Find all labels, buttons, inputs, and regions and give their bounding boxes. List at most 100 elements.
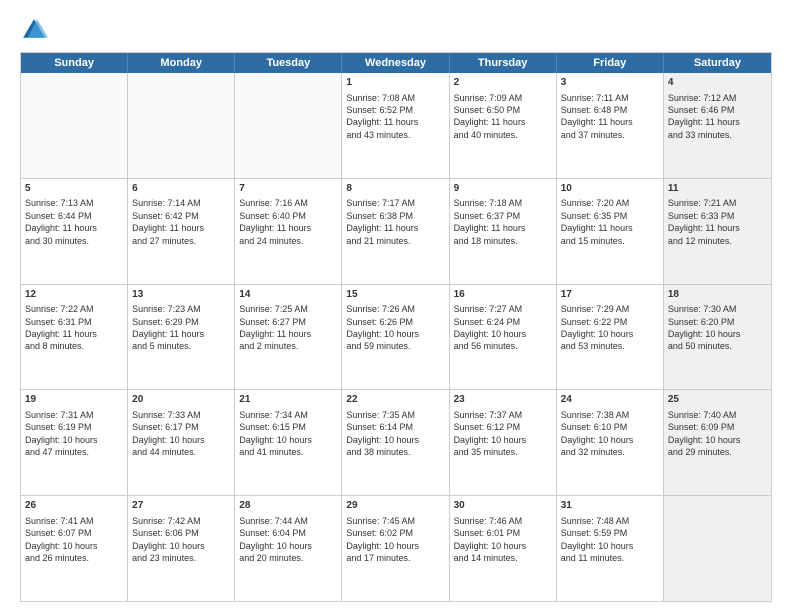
- day-number: 15: [346, 288, 444, 302]
- day-number: 25: [668, 393, 767, 407]
- day-number: 29: [346, 499, 444, 513]
- day-number: 20: [132, 393, 230, 407]
- cell-text: Sunrise: 7:26 AM Sunset: 6:26 PM Dayligh…: [346, 303, 444, 353]
- cell-text: Sunrise: 7:38 AM Sunset: 6:10 PM Dayligh…: [561, 409, 659, 459]
- day-number: 14: [239, 288, 337, 302]
- day-number: 28: [239, 499, 337, 513]
- cell-text: Sunrise: 7:16 AM Sunset: 6:40 PM Dayligh…: [239, 197, 337, 247]
- header-tuesday: Tuesday: [235, 53, 342, 73]
- header-saturday: Saturday: [664, 53, 771, 73]
- day-cell: 31 Sunrise: 7:48 AM Sunset: 5:59 PM Dayli…: [557, 496, 664, 601]
- day-number: 26: [25, 499, 123, 513]
- logo-icon: [20, 16, 48, 44]
- cell-text: Sunrise: 7:27 AM Sunset: 6:24 PM Dayligh…: [454, 303, 552, 353]
- cell-text: Sunrise: 7:34 AM Sunset: 6:15 PM Dayligh…: [239, 409, 337, 459]
- day-cell: 30Sunrise: 7:46 AM Sunset: 6:01 PM Dayli…: [450, 496, 557, 601]
- day-cell: 2Sunrise: 7:09 AM Sunset: 6:50 PM Daylig…: [450, 73, 557, 178]
- day-cell: 10Sunrise: 7:20 AM Sunset: 6:35 PM Dayli…: [557, 179, 664, 284]
- day-cell: [21, 73, 128, 178]
- day-number: 2: [454, 76, 552, 90]
- day-cell: 6Sunrise: 7:14 AM Sunset: 6:42 PM Daylig…: [128, 179, 235, 284]
- day-cell: [664, 496, 771, 601]
- cell-text: Sunrise: 7:45 AM Sunset: 6:02 PM Dayligh…: [346, 515, 444, 565]
- day-cell: 27Sunrise: 7:42 AM Sunset: 6:06 PM Dayli…: [128, 496, 235, 601]
- cell-text: Sunrise: 7:14 AM Sunset: 6:42 PM Dayligh…: [132, 197, 230, 247]
- day-number: 6: [132, 182, 230, 196]
- day-number: 10: [561, 182, 659, 196]
- day-cell: 19 Sunrise: 7:31 AM Sunset: 6:19 PM Dayli…: [21, 390, 128, 495]
- cell-text: Sunrise: 7:21 AM Sunset: 6:33 PM Dayligh…: [668, 197, 767, 247]
- day-number: 31: [561, 499, 659, 513]
- calendar: Sunday Monday Tuesday Wednesday Thursday…: [20, 52, 772, 602]
- day-cell: 8Sunrise: 7:17 AM Sunset: 6:38 PM Daylig…: [342, 179, 449, 284]
- day-cell: 7Sunrise: 7:16 AM Sunset: 6:40 PM Daylig…: [235, 179, 342, 284]
- cell-text: Sunrise: 7:46 AM Sunset: 6:01 PM Dayligh…: [454, 515, 552, 565]
- cell-text: Sunrise: 7:30 AM Sunset: 6:20 PM Dayligh…: [668, 303, 767, 353]
- day-cell: 15Sunrise: 7:26 AM Sunset: 6:26 PM Dayli…: [342, 285, 449, 390]
- day-cell: 9Sunrise: 7:18 AM Sunset: 6:37 PM Daylig…: [450, 179, 557, 284]
- day-cell: 13Sunrise: 7:23 AM Sunset: 6:29 PM Dayli…: [128, 285, 235, 390]
- day-cell: 23 Sunrise: 7:37 AM Sunset: 6:12 PM Dayli…: [450, 390, 557, 495]
- header-sunday: Sunday: [21, 53, 128, 73]
- cell-text: Sunrise: 7:22 AM Sunset: 6:31 PM Dayligh…: [25, 303, 123, 353]
- header: [20, 16, 772, 44]
- week-row-0: 1 Sunrise: 7:08 AM Sunset: 6:52 PM Daylig…: [21, 73, 771, 178]
- week-row-3: 19 Sunrise: 7:31 AM Sunset: 6:19 PM Dayli…: [21, 389, 771, 495]
- logo: [20, 16, 52, 44]
- day-headers: Sunday Monday Tuesday Wednesday Thursday…: [21, 53, 771, 73]
- day-cell: 4 Sunrise: 7:12 AM Sunset: 6:46 PM Daylig…: [664, 73, 771, 178]
- day-number: 5: [25, 182, 123, 196]
- cell-text: Sunrise: 7:11 AM Sunset: 6:48 PM Dayligh…: [561, 92, 659, 142]
- cell-text: Sunrise: 7:08 AM Sunset: 6:52 PM Dayligh…: [346, 92, 444, 142]
- day-cell: 5Sunrise: 7:13 AM Sunset: 6:44 PM Daylig…: [21, 179, 128, 284]
- cell-text: Sunrise: 7:37 AM Sunset: 6:12 PM Dayligh…: [454, 409, 552, 459]
- day-number: 19: [25, 393, 123, 407]
- day-number: 1: [346, 76, 444, 90]
- day-cell: 28 Sunrise: 7:44 AM Sunset: 6:04 PM Dayli…: [235, 496, 342, 601]
- day-cell: 25 Sunrise: 7:40 AM Sunset: 6:09 PM Dayli…: [664, 390, 771, 495]
- day-number: 4: [668, 76, 767, 90]
- day-cell: [235, 73, 342, 178]
- cell-text: Sunrise: 7:12 AM Sunset: 6:46 PM Dayligh…: [668, 92, 767, 142]
- week-row-4: 26Sunrise: 7:41 AM Sunset: 6:07 PM Dayli…: [21, 495, 771, 601]
- day-number: 8: [346, 182, 444, 196]
- cell-text: Sunrise: 7:20 AM Sunset: 6:35 PM Dayligh…: [561, 197, 659, 247]
- day-cell: 20 Sunrise: 7:33 AM Sunset: 6:17 PM Dayli…: [128, 390, 235, 495]
- page: Sunday Monday Tuesday Wednesday Thursday…: [0, 0, 792, 612]
- day-cell: 18Sunrise: 7:30 AM Sunset: 6:20 PM Dayli…: [664, 285, 771, 390]
- day-cell: 14Sunrise: 7:25 AM Sunset: 6:27 PM Dayli…: [235, 285, 342, 390]
- day-number: 16: [454, 288, 552, 302]
- day-cell: 26Sunrise: 7:41 AM Sunset: 6:07 PM Dayli…: [21, 496, 128, 601]
- header-thursday: Thursday: [450, 53, 557, 73]
- week-row-1: 5Sunrise: 7:13 AM Sunset: 6:44 PM Daylig…: [21, 178, 771, 284]
- day-number: 13: [132, 288, 230, 302]
- day-cell: 17Sunrise: 7:29 AM Sunset: 6:22 PM Dayli…: [557, 285, 664, 390]
- day-cell: 11Sunrise: 7:21 AM Sunset: 6:33 PM Dayli…: [664, 179, 771, 284]
- cell-text: Sunrise: 7:40 AM Sunset: 6:09 PM Dayligh…: [668, 409, 767, 459]
- day-number: 21: [239, 393, 337, 407]
- cell-text: Sunrise: 7:33 AM Sunset: 6:17 PM Dayligh…: [132, 409, 230, 459]
- day-number: 18: [668, 288, 767, 302]
- calendar-body: 1 Sunrise: 7:08 AM Sunset: 6:52 PM Daylig…: [21, 73, 771, 601]
- day-cell: 3 Sunrise: 7:11 AM Sunset: 6:48 PM Daylig…: [557, 73, 664, 178]
- day-cell: [128, 73, 235, 178]
- cell-text: Sunrise: 7:17 AM Sunset: 6:38 PM Dayligh…: [346, 197, 444, 247]
- day-cell: 21 Sunrise: 7:34 AM Sunset: 6:15 PM Dayli…: [235, 390, 342, 495]
- cell-text: Sunrise: 7:44 AM Sunset: 6:04 PM Dayligh…: [239, 515, 337, 565]
- cell-text: Sunrise: 7:31 AM Sunset: 6:19 PM Dayligh…: [25, 409, 123, 459]
- day-number: 3: [561, 76, 659, 90]
- week-row-2: 12Sunrise: 7:22 AM Sunset: 6:31 PM Dayli…: [21, 284, 771, 390]
- cell-text: Sunrise: 7:18 AM Sunset: 6:37 PM Dayligh…: [454, 197, 552, 247]
- cell-text: Sunrise: 7:25 AM Sunset: 6:27 PM Dayligh…: [239, 303, 337, 353]
- cell-text: Sunrise: 7:29 AM Sunset: 6:22 PM Dayligh…: [561, 303, 659, 353]
- day-number: 23: [454, 393, 552, 407]
- day-cell: 24 Sunrise: 7:38 AM Sunset: 6:10 PM Dayli…: [557, 390, 664, 495]
- header-wednesday: Wednesday: [342, 53, 449, 73]
- day-number: 9: [454, 182, 552, 196]
- cell-text: Sunrise: 7:48 AM Sunset: 5:59 PM Dayligh…: [561, 515, 659, 565]
- day-number: 27: [132, 499, 230, 513]
- day-number: 11: [668, 182, 767, 196]
- cell-text: Sunrise: 7:35 AM Sunset: 6:14 PM Dayligh…: [346, 409, 444, 459]
- day-number: 24: [561, 393, 659, 407]
- day-cell: 22Sunrise: 7:35 AM Sunset: 6:14 PM Dayli…: [342, 390, 449, 495]
